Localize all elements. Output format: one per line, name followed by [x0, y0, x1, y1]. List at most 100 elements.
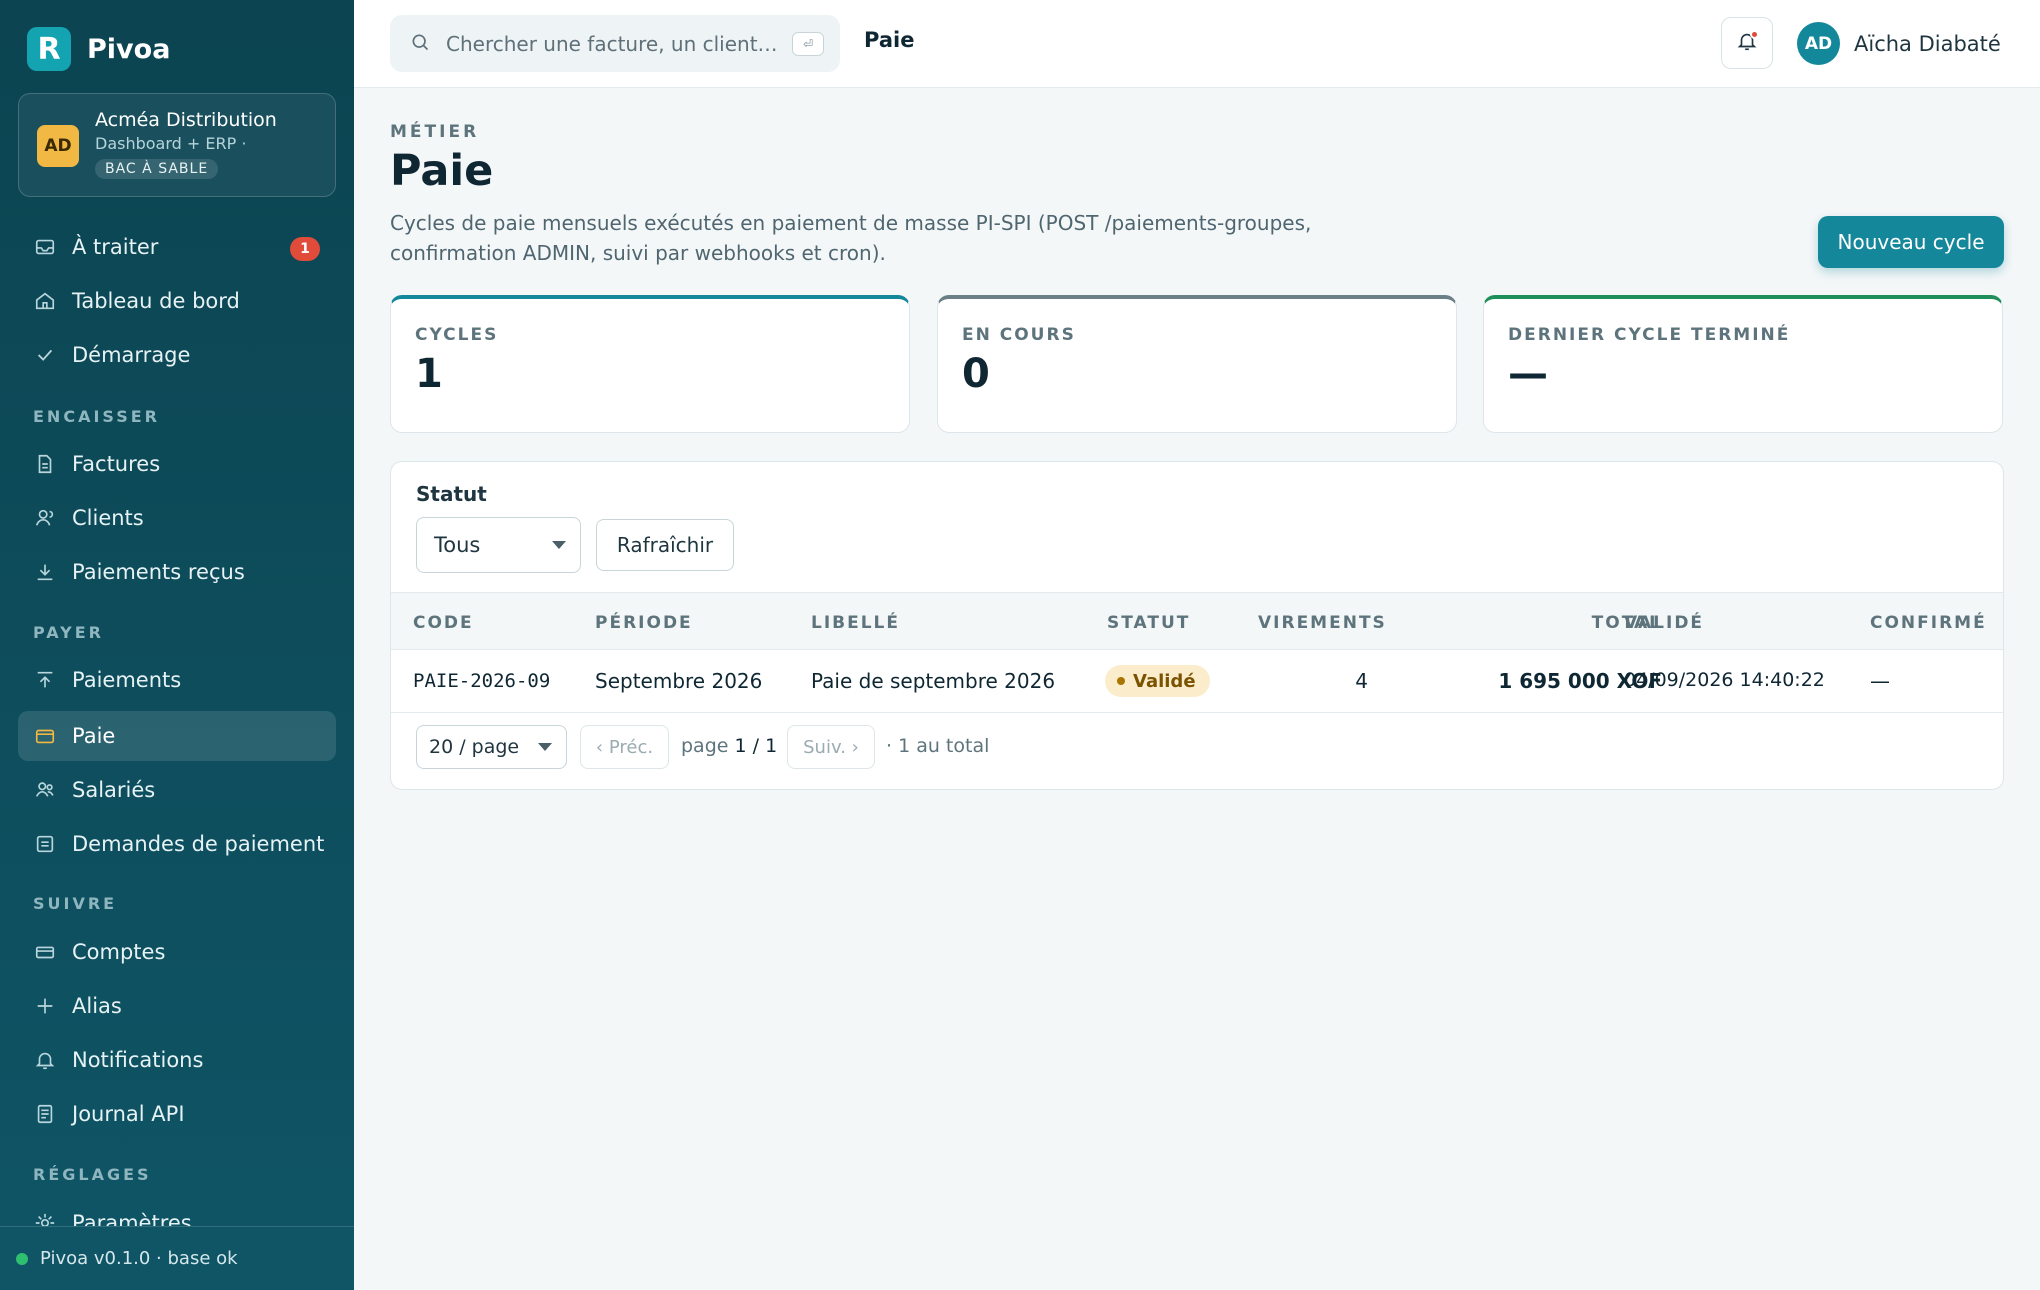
topbar: ⏎ Paie AD Aïcha Diabaté — [354, 0, 2040, 88]
sidebar: R Pivoa AD Acméa Distribution Dashboard … — [0, 0, 354, 1290]
sidebar-item-label: Salariés — [72, 778, 156, 802]
org-name: Acméa Distribution — [95, 109, 277, 131]
sidebar-item-label: Paiements — [72, 668, 182, 692]
search-icon — [410, 32, 430, 56]
col-validated[interactable]: VALIDÉ — [1624, 613, 1704, 633]
stat-card-dernier-cycle: DERNIER CYCLE TERMINÉ — — [1483, 295, 2003, 433]
user-name: Aïcha Diabaté — [1854, 31, 2001, 56]
cell-transfers: 4 — [1355, 669, 1368, 693]
sidebar-item-factures[interactable]: Factures — [18, 439, 336, 489]
sidebar-item-comptes[interactable]: Comptes — [18, 927, 336, 977]
sidebar-item-label: Journal API — [72, 1102, 185, 1126]
section-payer: PAYER — [33, 623, 104, 642]
chevron-down-icon — [552, 541, 566, 549]
prev-page-button[interactable]: ‹ Préc. — [580, 725, 669, 769]
sidebar-item-label: Paiements reçus — [72, 560, 245, 584]
plus-icon — [34, 995, 56, 1017]
sidebar-item-demandes-de-paiement[interactable]: Demandes de paiement — [18, 819, 336, 869]
sidebar-item-label: Factures — [72, 452, 161, 476]
status-filter-label: Statut — [416, 482, 487, 506]
status-badge-label: Validé — [1133, 670, 1196, 692]
page-separator: / — [752, 735, 760, 757]
status-filter-value: Tous — [434, 533, 481, 557]
refresh-button[interactable]: Rafraîchir — [596, 519, 734, 571]
section-suivre: SUIVRE — [33, 894, 118, 913]
unread-dot — [1750, 30, 1759, 39]
stat-card-en-cours: EN COURS 0 — [937, 295, 1457, 433]
page-eyebrow: MÉTIER — [390, 122, 480, 142]
org-subtitle: Dashboard + ERP · — [95, 134, 247, 153]
home-icon — [34, 290, 56, 312]
sidebar-item-salaries[interactable]: Salariés — [18, 765, 336, 815]
log-icon — [34, 1103, 56, 1125]
sidebar-item-a-traiter[interactable]: À traiter 1 — [18, 222, 336, 272]
stat-label: CYCLES — [415, 325, 499, 345]
payroll-cycles-panel: Statut Tous Rafraîchir CODE PÉRIODE LIBE… — [390, 461, 2004, 790]
sidebar-item-label: Paie — [72, 724, 116, 748]
sidebar-item-journal-api[interactable]: Journal API — [18, 1089, 336, 1139]
inbox-icon — [34, 236, 56, 258]
stat-card-cycles: CYCLES 1 — [390, 295, 910, 433]
sidebar-footer: Pivoa v0.1.0 · base ok — [0, 1226, 354, 1290]
sidebar-item-label: Alias — [72, 994, 122, 1018]
sidebar-item-tableau-de-bord[interactable]: Tableau de bord — [18, 276, 336, 326]
cell-total: 1 695 000 XOF — [1498, 669, 1662, 693]
sandbox-badge: BAC À SABLE — [95, 159, 219, 179]
stat-label: EN COURS — [962, 325, 1076, 345]
col-period[interactable]: PÉRIODE — [595, 613, 693, 633]
brand[interactable]: R Pivoa — [27, 27, 170, 71]
todo-count-badge: 1 — [290, 237, 320, 261]
sidebar-item-clients[interactable]: Clients — [18, 493, 336, 543]
new-cycle-button[interactable]: Nouveau cycle — [1818, 216, 2004, 268]
col-status[interactable]: STATUT — [1107, 613, 1190, 633]
notifications-button[interactable] — [1721, 17, 1773, 69]
pagination: 20 / page ‹ Préc. page 1 / 1 Suiv. › · 1… — [391, 713, 2003, 789]
table-header: CODE PÉRIODE LIBELLÉ STATUT VIREMENTS TO… — [391, 592, 2003, 650]
user-menu[interactable]: AD Aïcha Diabaté — [1797, 22, 2001, 65]
account-icon — [34, 941, 56, 963]
sidebar-item-label: Comptes — [72, 940, 166, 964]
page-indicator: page 1 / 1 — [681, 735, 777, 757]
next-page-button[interactable]: Suiv. › — [787, 725, 875, 769]
page-total: 1 — [765, 735, 778, 757]
status-dot-icon — [1117, 677, 1125, 685]
status-filter-select[interactable]: Tous — [416, 517, 581, 573]
col-code[interactable]: CODE — [413, 613, 474, 633]
users-icon — [34, 779, 56, 801]
sidebar-item-label: Demandes de paiement — [72, 832, 325, 856]
col-label[interactable]: LIBELLÉ — [811, 613, 900, 633]
sidebar-item-demarrage[interactable]: Démarrage — [18, 330, 336, 380]
stat-label: DERNIER CYCLE TERMINÉ — [1508, 325, 1791, 345]
org-switcher[interactable]: AD Acméa Distribution Dashboard + ERP · … — [18, 93, 336, 197]
bell-icon — [34, 1049, 56, 1071]
sidebar-item-alias[interactable]: Alias — [18, 981, 336, 1031]
sidebar-item-label: Clients — [72, 506, 144, 530]
sidebar-item-label: Démarrage — [72, 343, 191, 367]
col-transfers[interactable]: VIREMENTS — [1258, 613, 1387, 633]
page-size-value: 20 / page — [429, 736, 520, 758]
enter-key-hint: ⏎ — [792, 31, 824, 56]
check-icon — [34, 344, 56, 366]
cell-validated: 04/09/2026 14:40:22 — [1624, 669, 1825, 691]
stat-value: 0 — [962, 351, 990, 397]
search-input[interactable] — [446, 31, 776, 56]
col-confirmed[interactable]: CONFIRMÉ — [1870, 613, 1987, 633]
clients-icon — [34, 507, 56, 529]
sidebar-item-paie[interactable]: Paie — [18, 711, 336, 761]
version-status: Pivoa v0.1.0 · base ok — [40, 1248, 238, 1269]
sidebar-item-notifications[interactable]: Notifications — [18, 1035, 336, 1085]
cell-label: Paie de septembre 2026 — [811, 669, 1056, 693]
chevron-down-icon — [538, 743, 552, 751]
org-avatar: AD — [37, 125, 79, 167]
search-box[interactable]: ⏎ — [390, 15, 840, 72]
page-size-select[interactable]: 20 / page — [416, 725, 567, 769]
cell-code: PAIE-2026-09 — [413, 670, 551, 692]
cell-confirmed: — — [1870, 669, 1890, 693]
page-prefix: page — [681, 735, 729, 757]
sidebar-item-paiements[interactable]: Paiements — [18, 655, 336, 705]
table-row[interactable]: PAIE-2026-09 Septembre 2026 Paie de sept… — [391, 650, 2003, 713]
sidebar-item-paiements-recus[interactable]: Paiements reçus — [18, 547, 336, 597]
stat-value: — — [1508, 351, 1548, 397]
section-reglages: RÉGLAGES — [33, 1165, 152, 1184]
page-title: Paie — [390, 146, 494, 196]
